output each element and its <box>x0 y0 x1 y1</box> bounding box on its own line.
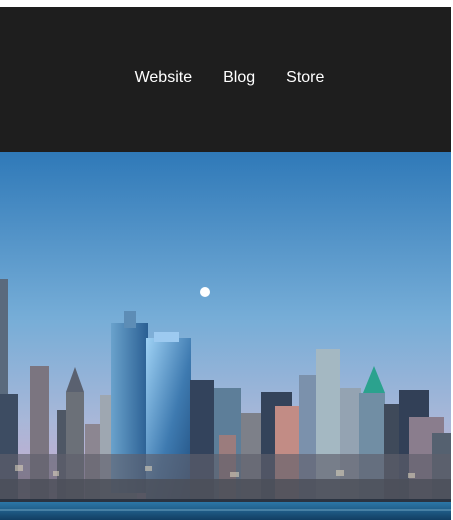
nav-link-website[interactable]: Website <box>135 66 193 90</box>
nav-link-blog[interactable]: Blog <box>223 66 255 90</box>
water-highlight <box>0 509 453 511</box>
page: Website Blog Store <box>0 0 453 520</box>
site-header: Website Blog Store <box>0 0 453 152</box>
main-navigation: Website Blog Store <box>0 66 453 90</box>
nav-link-store[interactable]: Store <box>286 66 324 90</box>
city-skyline-hero-image <box>0 152 453 520</box>
moon <box>200 287 210 297</box>
shoreline <box>0 499 453 502</box>
hero-banner <box>0 152 453 520</box>
